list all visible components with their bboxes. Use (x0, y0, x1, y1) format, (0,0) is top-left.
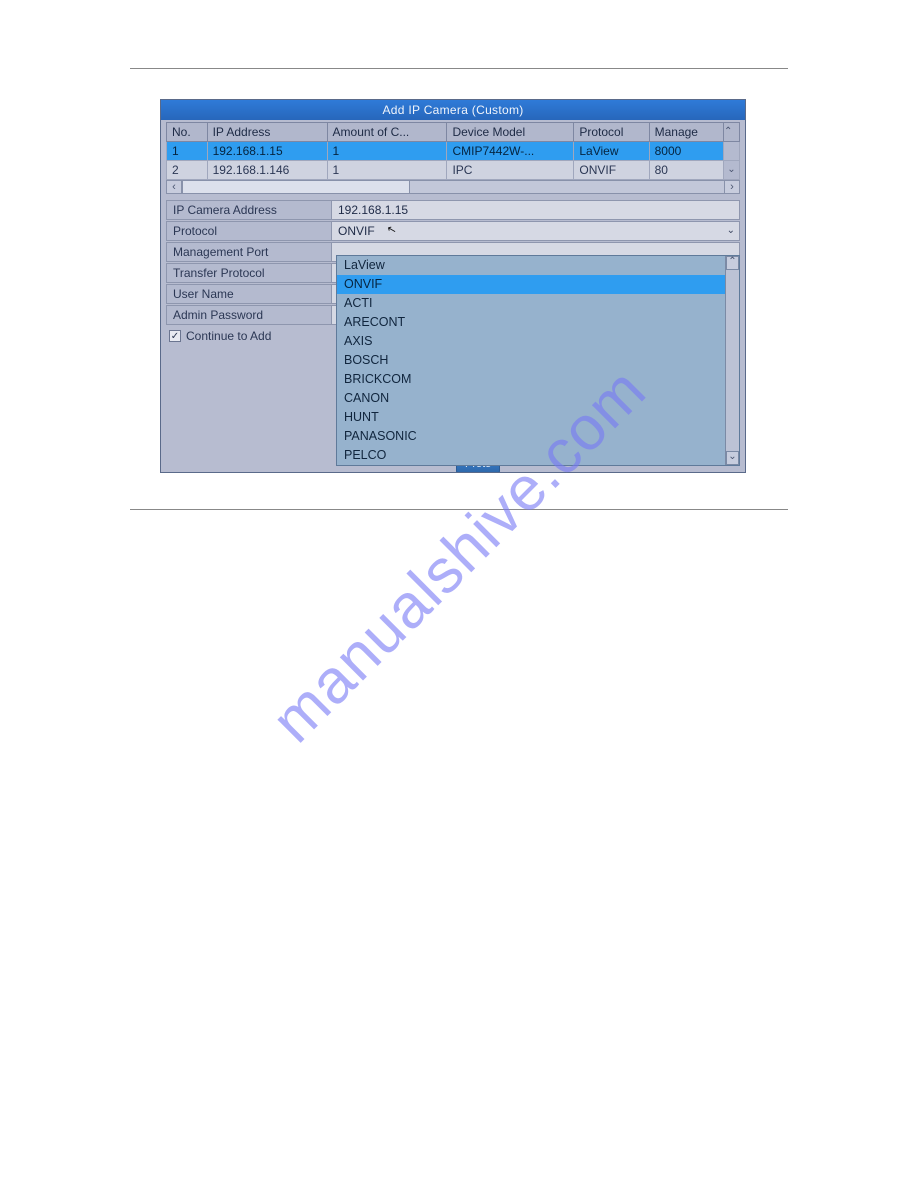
scroll-right-button[interactable] (724, 180, 740, 194)
label-user-name: User Name (166, 284, 331, 304)
dropdown-option[interactable]: ARECONT (337, 313, 739, 332)
divider-top (130, 68, 788, 69)
cell-no: 2 (167, 161, 208, 180)
cell-ip: 192.168.1.15 (207, 142, 327, 161)
dropdown-scroll-down[interactable] (726, 451, 739, 465)
camera-table: No. IP Address Amount of C... Device Mod… (166, 122, 740, 180)
cell-no: 1 (167, 142, 208, 161)
cell-protocol: LaView (574, 142, 649, 161)
chevron-right-icon (730, 178, 734, 193)
dropdown-option[interactable]: CANON (337, 389, 739, 408)
dropdown-vscroll[interactable] (725, 256, 739, 465)
cell-model: IPC (447, 161, 574, 180)
th-amount[interactable]: Amount of C... (327, 123, 447, 142)
label-ip-address: IP Camera Address (166, 200, 331, 220)
horizontal-scrollbar[interactable] (166, 180, 740, 194)
cell-ip: 192.168.1.146 (207, 161, 327, 180)
table-row[interactable]: 1192.168.1.151CMIP7442W-...LaView8000 (167, 142, 740, 161)
chevron-up-icon (724, 127, 739, 137)
dropdown-option[interactable]: ONVIF (337, 275, 739, 294)
cell-manage: 8000 (649, 142, 723, 161)
table-row[interactable]: 2192.168.1.1461IPCONVIF80 (167, 161, 740, 180)
dropdown-option[interactable]: BOSCH (337, 351, 739, 370)
label-management-port: Management Port (166, 242, 331, 262)
label-transfer-protocol: Transfer Protocol (166, 263, 331, 283)
th-model[interactable]: Device Model (447, 123, 574, 142)
chevron-down-icon (727, 452, 738, 462)
cursor-icon: ↖ (385, 222, 397, 237)
chevron-down-icon: ⌄ (727, 225, 735, 236)
continue-to-add-label: Continue to Add (186, 329, 271, 343)
scroll-up-button[interactable] (724, 123, 740, 142)
chevron-left-icon (172, 178, 176, 193)
chevron-up-icon (727, 257, 738, 267)
dropdown-option[interactable]: ACTI (337, 294, 739, 313)
dropdown-scroll-track[interactable] (726, 270, 739, 451)
dialog-add-ip-camera: Add IP Camera (Custom) No. IP Address Am… (160, 99, 746, 473)
input-ip-address[interactable]: 192.168.1.15 (331, 200, 740, 220)
protocol-dropdown[interactable]: LaViewONVIFACTIARECONTAXISBOSCHBRICKCOMC… (336, 255, 740, 466)
cell-protocol: ONVIF (574, 161, 649, 180)
hscroll-track[interactable] (182, 180, 724, 194)
scroll-down-button[interactable] (724, 161, 740, 180)
dropdown-option[interactable]: LaView (337, 256, 739, 275)
dropdown-option[interactable]: AXIS (337, 332, 739, 351)
divider-bottom (130, 509, 788, 510)
label-protocol: Protocol (166, 221, 331, 241)
dialog-title: Add IP Camera (Custom) (161, 100, 745, 120)
cell-amount: 1 (327, 161, 447, 180)
hscroll-thumb[interactable] (182, 180, 410, 194)
cell-model: CMIP7442W-... (447, 142, 574, 161)
camera-table-wrap: No. IP Address Amount of C... Device Mod… (166, 122, 740, 180)
table-header-row: No. IP Address Amount of C... Device Mod… (167, 123, 740, 142)
chevron-down-icon (724, 165, 739, 175)
cell-amount: 1 (327, 142, 447, 161)
th-ip[interactable]: IP Address (207, 123, 327, 142)
label-admin-password: Admin Password (166, 305, 331, 325)
select-protocol-value: ONVIF (338, 224, 375, 238)
th-protocol[interactable]: Protocol (574, 123, 649, 142)
dropdown-option[interactable]: HUNT (337, 408, 739, 427)
th-no[interactable]: No. (167, 123, 208, 142)
scroll-left-button[interactable] (166, 180, 182, 194)
dropdown-option[interactable]: BRICKCOM (337, 370, 739, 389)
dropdown-scroll-up[interactable] (726, 256, 739, 270)
continue-to-add-checkbox[interactable] (169, 330, 181, 342)
dropdown-option[interactable]: PANASONIC (337, 427, 739, 446)
select-protocol[interactable]: ONVIF ↖ ⌄ (331, 221, 740, 241)
cell-manage: 80 (649, 161, 723, 180)
scroll-track-cell[interactable] (724, 142, 740, 161)
dropdown-option[interactable]: PELCO (337, 446, 739, 465)
th-manage[interactable]: Manage (649, 123, 723, 142)
